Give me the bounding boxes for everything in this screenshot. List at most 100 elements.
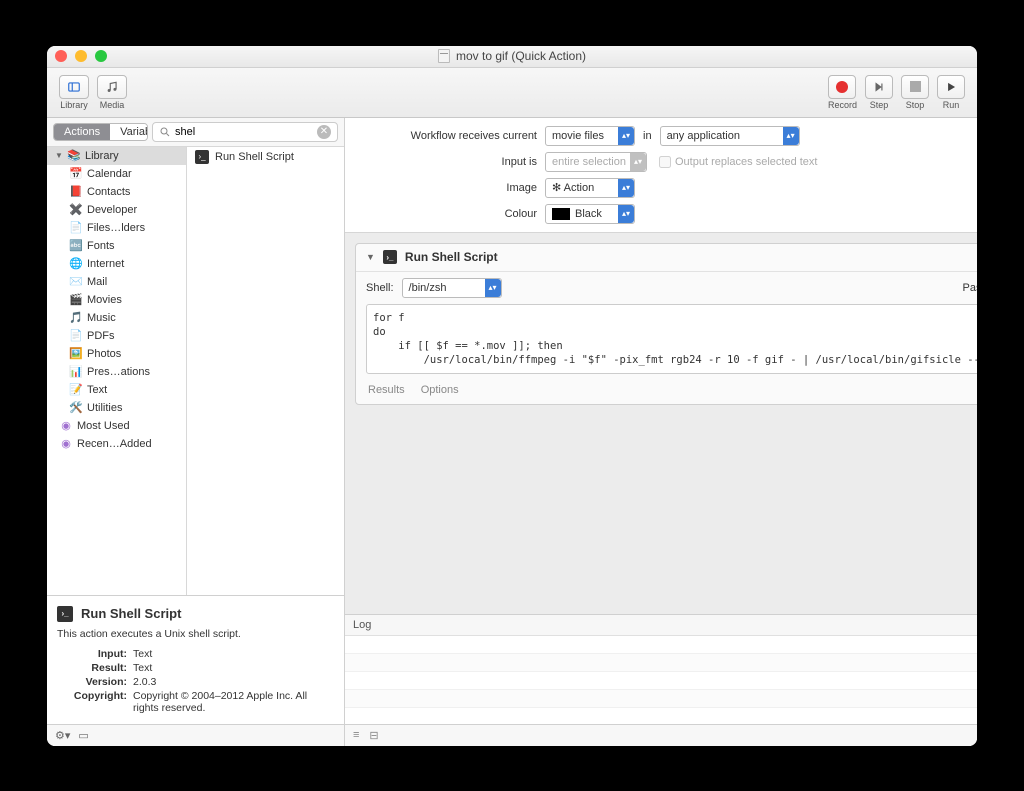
action-info-pane: ›_Run Shell Script This action executes … [47,596,344,724]
mail-icon: ✉️ [69,275,83,289]
pdf-icon: 📄 [69,329,83,343]
category-mail[interactable]: ✉️Mail [47,273,186,291]
updown-icon: ▴▾ [618,127,634,145]
log-row [345,690,977,708]
workflow-area: Workflow receives current movie files▴▾ … [345,118,977,746]
category-files[interactable]: 📄Files…lders [47,219,186,237]
search-field[interactable]: ✕ [152,122,338,142]
calendar-icon: 📅 [69,167,83,181]
library-icon: 📚 [67,149,81,163]
music-icon [105,80,119,94]
log-rows [345,636,977,724]
movie-icon: 🎬 [69,293,83,307]
action-results: ›_ Run Shell Script [187,147,344,595]
updown-icon: ▴▾ [618,179,634,197]
category-calendar[interactable]: 📅Calendar [47,165,186,183]
category-utilities[interactable]: 🛠️Utilities [47,399,186,417]
terminal-icon: ›_ [383,250,397,264]
toggle-description-button[interactable]: ▭ [78,729,88,742]
category-internet[interactable]: 🌐Internet [47,255,186,273]
results-tab[interactable]: Results [368,384,405,396]
text-icon: 📝 [69,383,83,397]
smart-folder-icon: ◉ [59,437,73,451]
window-title-text: mov to gif (Quick Action) [456,49,586,63]
globe-icon: 🌐 [69,257,83,271]
minimize-window-button[interactable] [75,50,87,62]
library-tab-segment: Actions Variables [53,123,148,141]
category-contacts[interactable]: 📕Contacts [47,183,186,201]
category-developer[interactable]: ✖️Developer [47,201,186,219]
library-root-label: Library [85,150,119,162]
log-panel: Log Duration ≡ ⊟ [345,614,977,746]
search-input[interactable] [175,126,317,138]
action-result-label: Run Shell Script [215,151,294,163]
window-title: mov to gif (Quick Action) [438,49,586,63]
log-row [345,636,977,654]
media-toolbar-button[interactable]: Media [93,73,131,112]
record-toolbar-button[interactable]: Record [824,73,861,112]
record-icon [836,81,848,93]
receives-label: Workflow receives current [357,130,537,142]
category-presentations[interactable]: 📊Pres…ations [47,363,186,381]
terminal-icon: ›_ [195,150,209,164]
shell-select[interactable]: /bin/zsh▴▾ [402,278,502,298]
close-window-button[interactable] [55,50,67,62]
output-replaces-checkbox: Output replaces selected text [659,156,817,168]
clear-search-button[interactable]: ✕ [317,125,331,139]
workflow-options: Workflow receives current movie files▴▾ … [345,118,977,233]
receives-select[interactable]: movie files▴▾ [545,126,635,146]
updown-icon: ▴▾ [618,205,634,223]
updown-icon: ▴▾ [485,279,501,297]
image-select[interactable]: ✻ Action▴▾ [545,178,635,198]
updown-icon: ▴▾ [783,127,799,145]
content-footer: ≡ ⊟ [345,724,977,746]
media-label: Media [100,100,125,110]
play-icon [944,80,958,94]
tab-variables[interactable]: Variables [110,124,148,140]
stop-toolbar-button[interactable]: Stop [897,73,933,112]
sidebar-footer: ⚙︎▾ ▭ [47,724,344,746]
category-movies[interactable]: 🎬Movies [47,291,186,309]
library-categories: ▼ 📚 Library 📅Calendar 📕Contacts ✖️Develo… [47,147,187,595]
sidebar-icon [67,80,81,94]
music-icon: 🎵 [69,311,83,325]
info-title: ›_Run Shell Script [57,606,334,622]
titlebar: mov to gif (Quick Action) [47,46,977,68]
log-row [345,672,977,690]
developer-icon: ✖️ [69,203,83,217]
library-root[interactable]: ▼ 📚 Library [47,147,186,165]
colour-select[interactable]: Black▴▾ [545,204,635,224]
info-description: This action executes a Unix shell script… [57,628,334,640]
run-toolbar-button[interactable]: Run [933,73,969,112]
font-icon: 🔤 [69,239,83,253]
library-toolbar-button[interactable]: Library [55,73,93,112]
view-list-button[interactable]: ≡ [353,729,359,741]
category-pdfs[interactable]: 📄PDFs [47,327,186,345]
tab-actions[interactable]: Actions [54,124,110,140]
zoom-window-button[interactable] [95,50,107,62]
document-icon [438,49,450,63]
smart-folder-icon: ◉ [59,419,73,433]
library-label: Library [60,100,88,110]
step-toolbar-button[interactable]: Step [861,73,897,112]
gear-menu-button[interactable]: ⚙︎▾ [55,729,70,742]
pass-input-label: Pass input: [963,282,977,294]
run-label: Run [943,100,960,110]
stop-label: Stop [906,100,925,110]
toolbar: Library Media Record Step Stop Run [47,68,977,118]
smart-recently-added[interactable]: ◉Recen…Added [47,435,186,453]
application-select[interactable]: any application▴▾ [660,126,800,146]
category-music[interactable]: 🎵Music [47,309,186,327]
category-fonts[interactable]: 🔤Fonts [47,237,186,255]
disclosure-button[interactable]: ▼ [366,252,375,262]
script-editor[interactable]: for f do if [[ $f == *.mov ]]; then /usr… [366,304,977,375]
options-tab[interactable]: Options [421,384,459,396]
input-is-select: entire selection▴▾ [545,152,647,172]
shell-label: Shell: [366,282,394,294]
view-flow-button[interactable]: ⊟ [369,729,378,742]
category-text[interactable]: 📝Text [47,381,186,399]
smart-most-used[interactable]: ◉Most Used [47,417,186,435]
action-run-shell-script[interactable]: ›_ Run Shell Script [187,147,344,167]
step-icon [872,80,886,94]
category-photos[interactable]: 🖼️Photos [47,345,186,363]
